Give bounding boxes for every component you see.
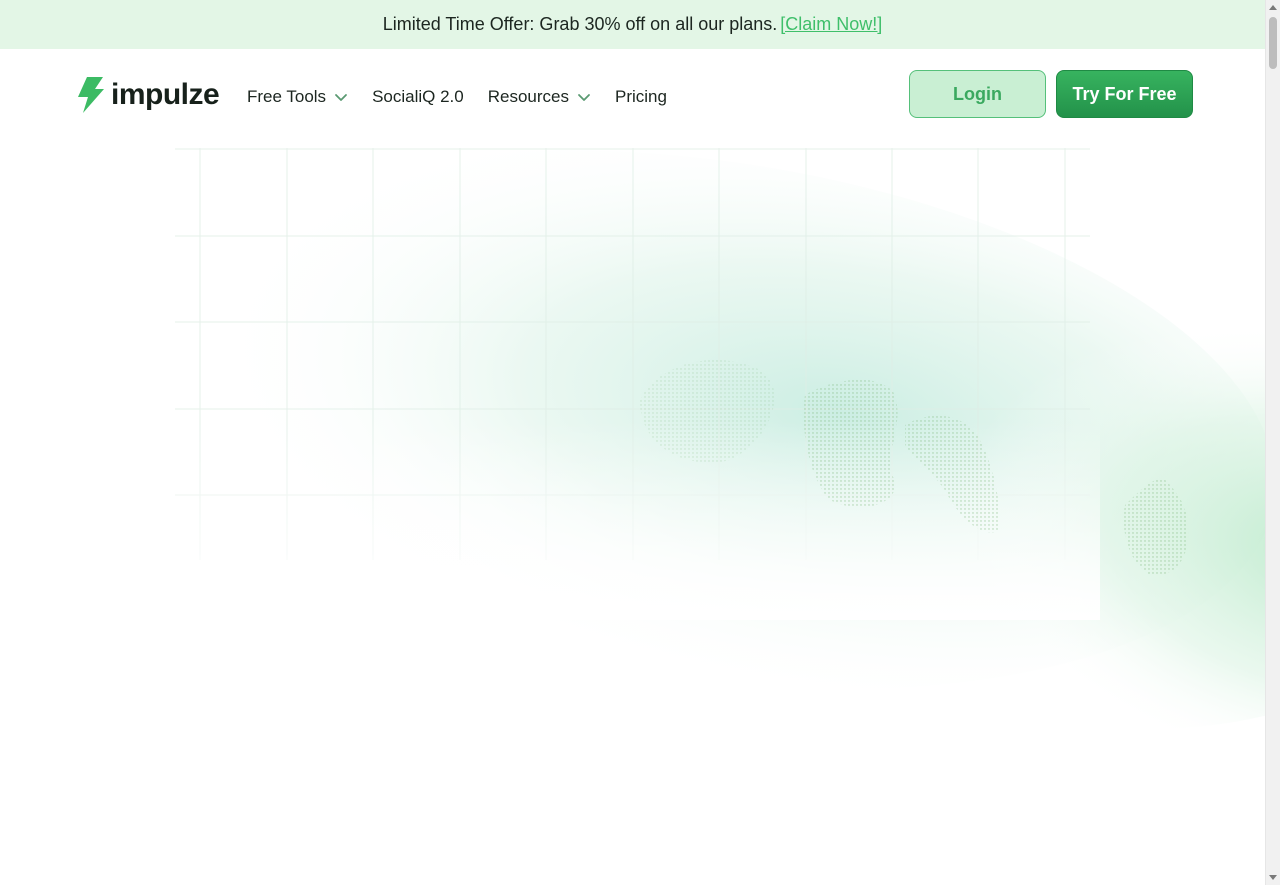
- vertical-scrollbar[interactable]: [1265, 0, 1280, 885]
- scrollbar-thumb[interactable]: [1269, 17, 1277, 69]
- logo[interactable]: impulze: [77, 77, 220, 113]
- scroll-up-arrow-icon[interactable]: [1269, 5, 1277, 10]
- lightning-bolt-icon: [78, 77, 104, 113]
- nav-item-free-tools[interactable]: Free Tools: [247, 87, 348, 107]
- promo-banner: Limited Time Offer: Grab 30% off on all …: [0, 0, 1265, 49]
- site-header: impulze Free Tools SocialiQ 2.0 Resource…: [0, 49, 1265, 139]
- chevron-down-icon: [335, 94, 347, 101]
- nav-item-label: Pricing: [615, 87, 667, 106]
- nav-item-label: SocialiQ 2.0: [372, 87, 464, 106]
- nav-item-label: Resources: [487, 87, 569, 106]
- page: Limited Time Offer: Grab 30% off on all …: [0, 0, 1265, 885]
- main-nav: Free Tools SocialiQ 2.0 Resources Pricin…: [247, 87, 691, 107]
- nav-item-label: Free Tools: [247, 87, 327, 106]
- logo-wordmark: impulze: [111, 78, 220, 111]
- login-button[interactable]: Login: [909, 70, 1046, 118]
- nav-item-resources[interactable]: Resources: [488, 87, 591, 107]
- claim-now-link[interactable]: [Claim Now!]: [780, 14, 882, 35]
- scroll-down-arrow-icon[interactable]: [1269, 875, 1277, 880]
- promo-text: Limited Time Offer: Grab 30% off on all …: [382, 14, 778, 34]
- chevron-down-icon: [578, 94, 590, 101]
- nav-item-socialiq[interactable]: SocialiQ 2.0: [372, 87, 464, 107]
- nav-item-pricing[interactable]: Pricing: [615, 87, 667, 107]
- try-for-free-button[interactable]: Try For Free: [1056, 70, 1193, 118]
